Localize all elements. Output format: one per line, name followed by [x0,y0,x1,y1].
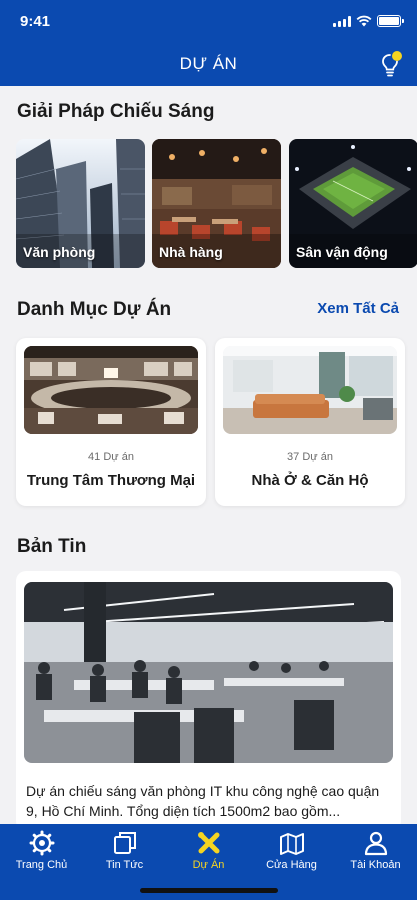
tab-label-home: Trang Chủ [15,859,68,871]
tab-store[interactable]: Cửa Hàng [250,830,333,871]
status-bar: 9:41 [0,0,417,42]
tab-label-projects: Dự Án [192,859,225,871]
app-header: DỰ ÁN [0,42,417,86]
gear-home-icon [29,830,54,856]
news-icon [113,832,136,854]
cellular-signal-icon [333,16,351,27]
see-all-link[interactable]: Xem Tất Cả [317,300,399,317]
category-card-housing[interactable]: 37 Dự án Nhà Ở & Căn Hộ [215,338,405,506]
category-count-housing: 37 Dự án [287,451,333,463]
status-icons [333,15,404,27]
project-icon [197,832,219,854]
solution-card-stadium[interactable]: Sân vận động [289,139,417,268]
tab-label-news: Tin Tức [105,859,144,871]
news-section-title: Bản Tin [17,536,87,557]
home-indicator [140,888,278,893]
office-workspace-photo [24,582,393,763]
solution-label-restaurant: Nhà hàng [159,244,223,260]
tab-label-account: Tài Khoản [350,859,401,871]
tab-projects[interactable]: Dự Án [167,830,250,871]
tab-label-store: Cửa Hàng [266,859,317,871]
solution-card-office[interactable]: Văn phòng [16,139,145,268]
tab-home[interactable]: Trang Chủ [0,830,83,871]
tab-account[interactable]: Tài Khoản [334,830,417,871]
news-description: Dự án chiếu sáng văn phòng IT khu công n… [26,783,380,819]
user-icon [364,831,387,856]
lightbulb-icon[interactable] [377,50,403,78]
solution-label-office: Văn phòng [23,244,96,260]
solution-card-restaurant[interactable]: Nhà hàng [152,139,281,268]
category-card-mall[interactable]: 41 Dự án Trung Tâm Thương Mại [16,338,206,506]
category-count-mall: 41 Dự án [88,451,134,463]
category-name-housing: Nhà Ở & Căn Hộ [251,472,369,489]
wifi-icon [356,15,372,27]
tab-news[interactable]: Tin Tức [83,830,166,871]
category-name-mall: Trung Tâm Thương Mại [26,472,196,489]
categories-section-title: Danh Mục Dự Án [17,299,172,320]
store-map-icon [279,833,304,855]
news-card[interactable]: Dự án chiếu sáng văn phòng IT khu công n… [16,571,401,831]
solutions-section-title: Giải Pháp Chiếu Sáng [17,101,215,122]
page-title: DỰ ÁN [179,54,238,73]
living-room-photo [223,346,397,434]
shopping-mall-photo [24,346,198,434]
battery-icon [377,15,404,27]
solution-label-stadium: Sân vận động [296,244,388,260]
status-time: 9:41 [20,13,51,30]
